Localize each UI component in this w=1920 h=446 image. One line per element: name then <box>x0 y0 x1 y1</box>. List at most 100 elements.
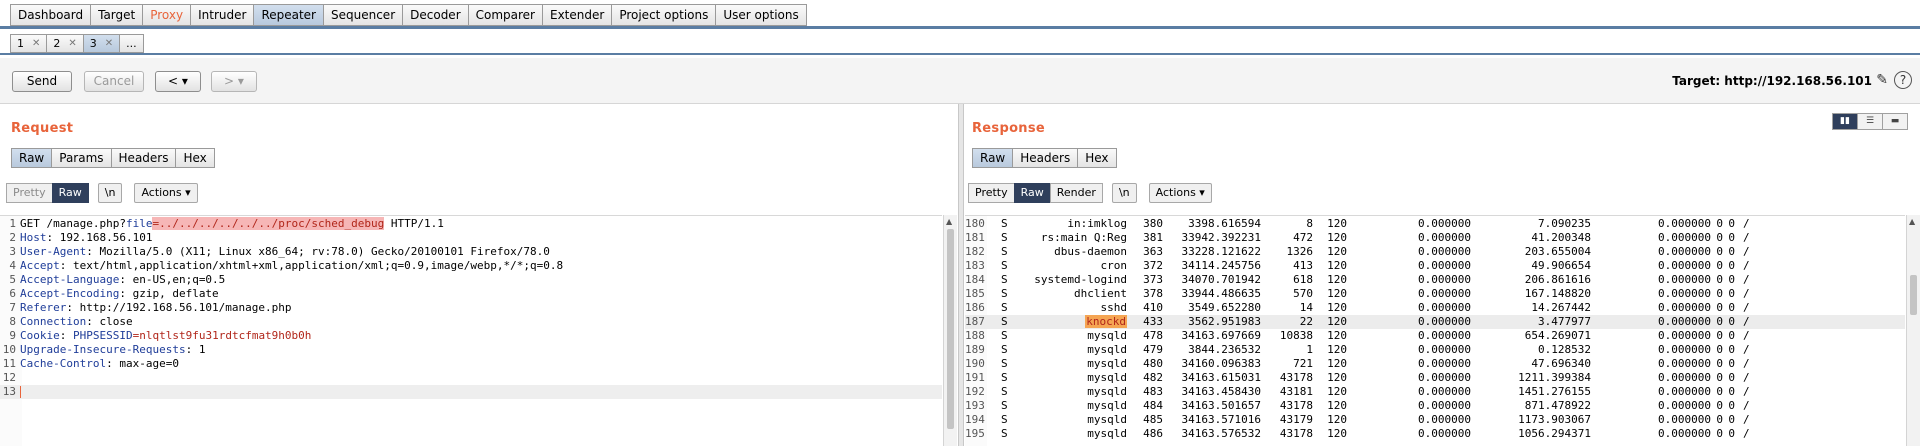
cell-prio: 120 <box>1327 245 1347 258</box>
cell-task: mysqld <box>1087 413 1127 426</box>
response-tab-raw[interactable]: Raw <box>972 148 1013 168</box>
cell-s: S <box>1001 245 1008 258</box>
request-tab-1[interactable]: 1 ✕ <box>10 34 47 53</box>
single-pane-icon[interactable]: ▬ <box>1882 113 1908 130</box>
cell-z1: 0 <box>1716 357 1723 370</box>
cell-pid: 484 <box>1143 399 1163 412</box>
cell-prio: 120 <box>1327 385 1347 398</box>
line-number: 193 <box>965 399 985 412</box>
request-scrollbar[interactable]: ▲ <box>943 215 957 446</box>
cell-prio: 120 <box>1327 231 1347 244</box>
cell-c: 0.000000 <box>1658 329 1711 342</box>
line-number: 7 <box>9 301 16 314</box>
send-button[interactable]: Send <box>12 71 72 92</box>
cell-prio: 120 <box>1327 217 1347 230</box>
response-scrollbar[interactable]: ▲ <box>1906 215 1920 446</box>
scroll-up-icon[interactable]: ▲ <box>946 217 952 226</box>
request-pretty-button[interactable]: Pretty <box>6 183 53 203</box>
cell-p: / <box>1743 231 1750 244</box>
response-raw-button[interactable]: Raw <box>1013 183 1051 203</box>
request-tab-params[interactable]: Params <box>51 148 111 168</box>
request-tab-label: 1 <box>17 37 24 50</box>
forward-button[interactable]: > ▾ <box>211 71 257 92</box>
pencil-icon[interactable]: ✎ <box>1876 72 1888 88</box>
request-tab-2[interactable]: 2 ✕ <box>46 34 83 53</box>
cell-p: / <box>1743 217 1750 230</box>
cell-p: / <box>1743 315 1750 328</box>
request-line-text: GET /manage.php? <box>20 217 126 230</box>
tab-project-options[interactable]: Project options <box>611 4 716 26</box>
tab-intruder[interactable]: Intruder <box>190 4 254 26</box>
back-button[interactable]: < ▾ <box>155 71 201 92</box>
cell-b: 3.477977 <box>1538 315 1591 328</box>
cell-a: 0.000000 <box>1418 329 1471 342</box>
request-title: Request <box>11 121 74 136</box>
cell-sw: 43178 <box>1279 399 1313 412</box>
tab-proxy[interactable]: Proxy <box>142 4 191 26</box>
tab-comparer[interactable]: Comparer <box>467 4 542 26</box>
cell-pid: 479 <box>1143 343 1163 356</box>
header-name: Accept-Encoding <box>20 287 120 300</box>
cell-c: 0.000000 <box>1658 217 1711 230</box>
cookie-value: =nlqtlst9fu31rdtcfmat9h0b0h <box>132 329 312 342</box>
line-number: 4 <box>9 259 16 272</box>
repeater-toolbar <box>0 58 1920 104</box>
cell-time: 34163.458430 <box>1181 385 1261 398</box>
close-icon[interactable]: ✕ <box>105 35 113 52</box>
request-raw-button[interactable]: Raw <box>51 183 89 203</box>
cell-z1: 0 <box>1716 315 1723 328</box>
pane-splitter[interactable] <box>958 104 964 446</box>
request-tab-headers[interactable]: Headers <box>110 148 176 168</box>
cell-time: 33228.121622 <box>1181 245 1261 258</box>
cell-sw: 43178 <box>1279 427 1313 440</box>
response-tab-headers[interactable]: Headers <box>1012 148 1078 168</box>
cell-c: 0.000000 <box>1658 231 1711 244</box>
cell-s: S <box>1001 385 1008 398</box>
cell-s: S <box>1001 273 1008 286</box>
cell-task: mysqld <box>1087 427 1127 440</box>
response-tab-hex[interactable]: Hex <box>1077 148 1117 168</box>
close-icon[interactable]: ✕ <box>32 35 40 52</box>
request-actions-button[interactable]: Actions ▾ <box>134 183 198 203</box>
header-name: Cache-Control <box>20 357 107 370</box>
help-icon[interactable]: ? <box>1894 71 1912 89</box>
scroll-thumb[interactable] <box>1910 275 1917 315</box>
tab-user-options[interactable]: User options <box>715 4 807 26</box>
tab-extender[interactable]: Extender <box>542 4 612 26</box>
tab-decoder[interactable]: Decoder <box>402 4 468 26</box>
request-editor[interactable]: 1 GET /manage.php?file=../../../../../../… <box>0 215 942 446</box>
close-icon[interactable]: ✕ <box>68 35 76 52</box>
cell-z2: 0 <box>1728 231 1735 244</box>
response-editor[interactable]: 180 Sin:imklog 380 3398.616594 8 120 0.000000 7… <box>965 215 1905 446</box>
cell-pid: 378 <box>1143 287 1163 300</box>
request-tab-more[interactable]: ... <box>119 34 144 53</box>
cell-s: S <box>1001 329 1008 342</box>
tab-dashboard[interactable]: Dashboard <box>10 4 91 26</box>
layout-toggle: ▮▮ ☰ ▬ <box>1832 113 1908 130</box>
header-name: Cookie <box>20 329 60 342</box>
cell-z2: 0 <box>1728 287 1735 300</box>
scroll-up-icon[interactable]: ▲ <box>1909 217 1915 226</box>
response-actions-button[interactable]: Actions ▾ <box>1148 183 1212 203</box>
scroll-thumb[interactable] <box>947 229 954 429</box>
line-number: 1 <box>9 217 16 230</box>
request-tab-raw[interactable]: Raw <box>11 148 52 168</box>
split-horizontal-icon[interactable]: ▮▮ <box>1832 113 1858 130</box>
cancel-button[interactable]: Cancel <box>84 71 144 92</box>
cell-prio: 120 <box>1327 301 1347 314</box>
response-render-button[interactable]: Render <box>1049 183 1103 203</box>
cell-c: 0.000000 <box>1658 413 1711 426</box>
cell-a: 0.000000 <box>1418 399 1471 412</box>
request-tab-3[interactable]: 3 ✕ <box>82 34 120 53</box>
tab-repeater[interactable]: Repeater <box>253 4 323 26</box>
request-tab-hex[interactable]: Hex <box>175 148 215 168</box>
cell-z1: 0 <box>1716 371 1723 384</box>
cell-pid: 480 <box>1143 357 1163 370</box>
tab-sequencer[interactable]: Sequencer <box>323 4 403 26</box>
response-pretty-button[interactable]: Pretty <box>968 183 1015 203</box>
tab-target[interactable]: Target <box>90 4 143 26</box>
response-newline-button[interactable]: \n <box>1111 183 1137 203</box>
split-vertical-icon[interactable]: ☰ <box>1857 113 1883 130</box>
line-number: 195 <box>965 427 985 440</box>
request-newline-button[interactable]: \n <box>97 183 123 203</box>
